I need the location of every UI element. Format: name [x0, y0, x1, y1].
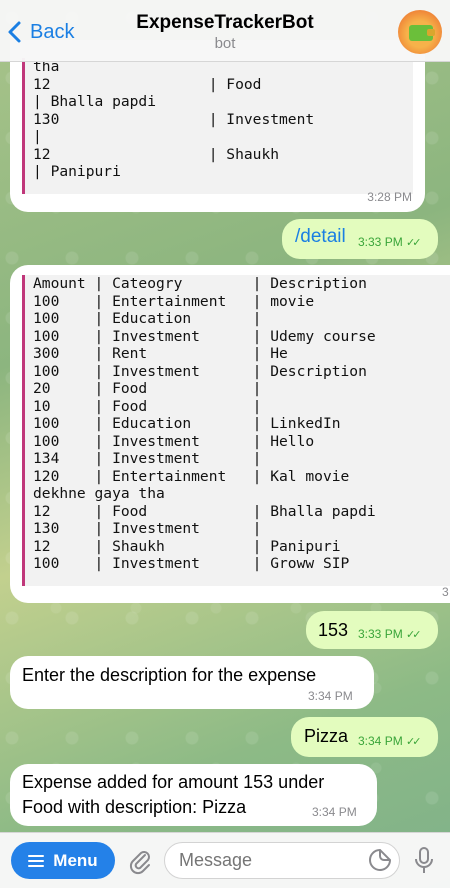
message-time: 3:33 PM ✓✓: [358, 235, 422, 249]
bot-message-prompt[interactable]: Enter the description for the expense 3:…: [10, 656, 374, 709]
outgoing-message-pizza[interactable]: Pizza 3:34 PM ✓✓: [291, 717, 438, 757]
bot-message-confirmation[interactable]: Expense added for amount 153 under Food …: [10, 764, 377, 826]
message-text: Enter the description for the expense: [22, 665, 317, 685]
chat-title[interactable]: ExpenseTrackerBot: [0, 12, 450, 34]
message-text: 153: [318, 620, 349, 640]
message-time: 3:33 PM ✓✓: [358, 627, 422, 641]
chat-header: Back ExpenseTrackerBot bot: [0, 0, 450, 62]
command-link[interactable]: /detail: [295, 226, 346, 248]
menu-label: Menu: [53, 850, 98, 870]
bot-message-detail-table[interactable]: Amount | Cateogry | Description 100 | En…: [10, 265, 450, 603]
read-checks-icon: ✓✓: [406, 237, 422, 249]
sticker-icon[interactable]: [368, 848, 392, 872]
message-input[interactable]: [164, 842, 400, 879]
bot-avatar[interactable]: [398, 10, 442, 54]
time-text: 3:33 PM: [358, 235, 403, 249]
outgoing-message-amount[interactable]: 153 3:33 PM ✓✓: [306, 611, 438, 649]
read-checks-icon: ✓✓: [406, 629, 422, 641]
menu-icon: [28, 852, 45, 870]
message-time: 3: [442, 585, 449, 599]
chat-subtitle: bot: [214, 35, 236, 52]
message-time: 3:34 PM: [308, 689, 353, 703]
code-block: Amount | Cateogry | Description 100 | En…: [22, 275, 450, 586]
read-checks-icon: ✓✓: [406, 736, 422, 748]
message-time: 3:28 PM: [367, 190, 412, 204]
code-block: tha 12 | Food | Bhalla papdi 130 | Inves…: [22, 58, 413, 194]
message-line-1: Expense added for amount 153 under: [22, 772, 325, 792]
bot-message-table-partial[interactable]: tha 12 | Food | Bhalla papdi 130 | Inves…: [10, 40, 425, 212]
wallet-icon: [409, 25, 435, 41]
time-text: 3:33 PM: [358, 627, 403, 641]
outgoing-message-detail[interactable]: /detail 3:33 PM ✓✓: [282, 219, 438, 259]
paperclip-icon[interactable]: [126, 847, 154, 875]
time-text: 3:34 PM: [358, 734, 403, 748]
menu-button[interactable]: Menu: [11, 842, 115, 879]
microphone-icon[interactable]: [414, 846, 434, 876]
message-text: Pizza: [304, 726, 349, 746]
message-time: 3:34 PM ✓✓: [358, 734, 422, 748]
message-line-2: Food with description: Pizza: [22, 797, 247, 817]
message-input-bar: Menu: [0, 832, 450, 888]
message-time: 3:34 PM: [312, 805, 357, 819]
